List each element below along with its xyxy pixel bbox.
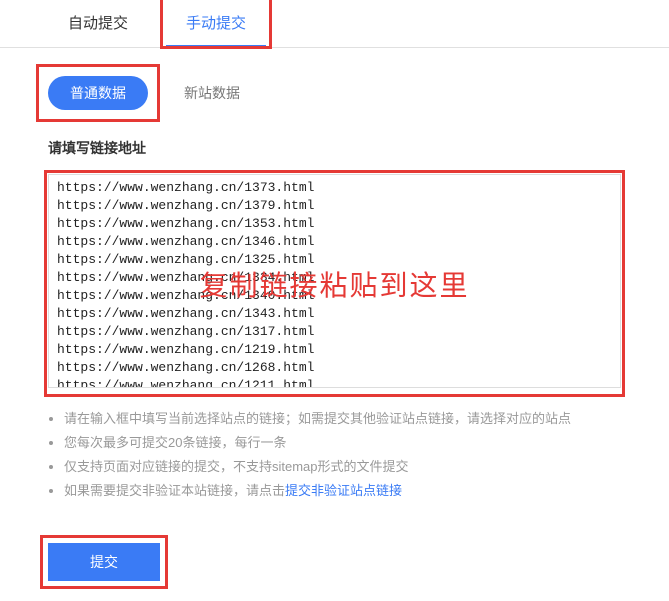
hint-text: 如果需要提交非验证本站链接，请点击: [64, 483, 285, 498]
textarea-wrapper: 复制链接粘贴到这里: [48, 174, 621, 393]
subtab-new-site[interactable]: 新站数据: [184, 83, 240, 103]
subtab-normal-label: 普通数据: [70, 85, 126, 101]
section-label: 请填写链接地址: [48, 138, 621, 158]
hint-item: 请在输入框中填写当前选择站点的链接；如需提交其他验证站点链接，请选择对应的站点: [64, 407, 621, 431]
subtab-normal-data[interactable]: 普通数据: [48, 76, 148, 110]
non-verified-link[interactable]: 提交非验证站点链接: [285, 483, 402, 498]
hint-item: 如果需要提交非验证本站链接，请点击提交非验证站点链接: [64, 479, 621, 503]
tab-manual-label: 手动提交: [186, 15, 246, 32]
tab-manual-submit[interactable]: 手动提交: [166, 0, 266, 47]
top-tabs: 自动提交 手动提交: [0, 0, 669, 48]
tab-auto-submit[interactable]: 自动提交: [48, 0, 148, 47]
url-input[interactable]: [48, 174, 621, 388]
hints-list: 请在输入框中填写当前选择站点的链接；如需提交其他验证站点链接，请选择对应的站点 …: [48, 407, 621, 503]
submit-button[interactable]: 提交: [48, 543, 160, 581]
content-area: 普通数据 新站数据 请填写链接地址 复制链接粘贴到这里 请在输入框中填写当前选择…: [0, 48, 669, 601]
hint-item: 您每次最多可提交20条链接，每行一条: [64, 431, 621, 455]
sub-tabs: 普通数据 新站数据: [48, 76, 621, 110]
submit-wrapper: 提交: [48, 543, 160, 581]
hint-item: 仅支持页面对应链接的提交，不支持sitemap形式的文件提交: [64, 455, 621, 479]
